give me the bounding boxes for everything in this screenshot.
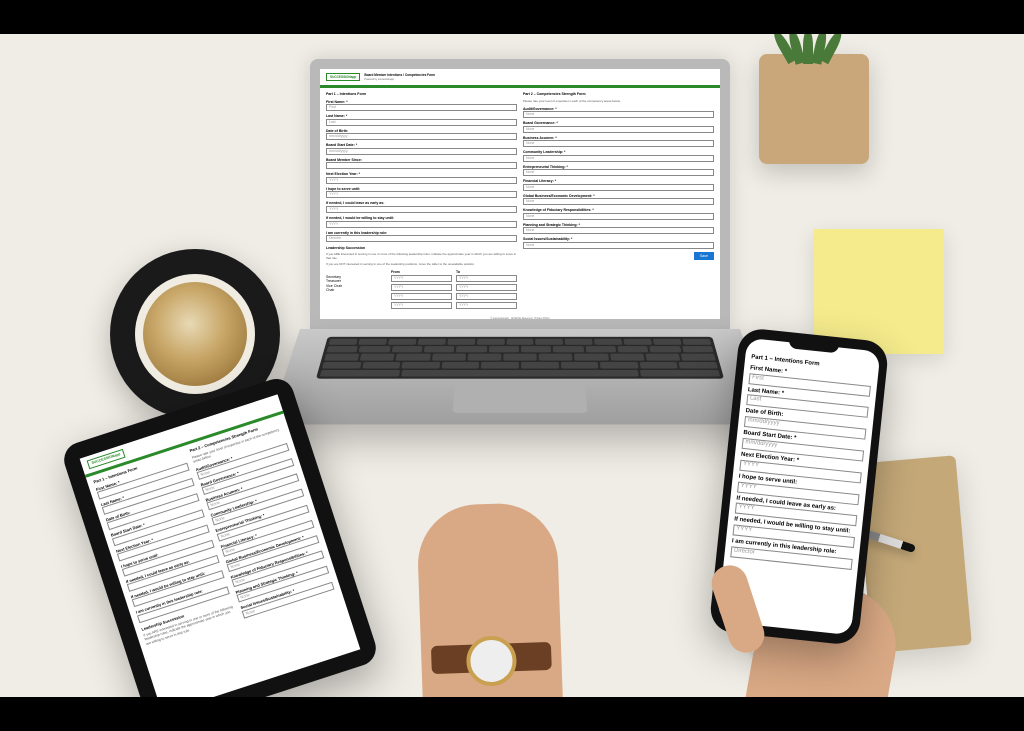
treasurer-to[interactable]: YYYY	[456, 284, 517, 291]
part1-title: Part 1 – Intentions Form	[326, 92, 517, 97]
succession-table: Secretary Treasurer Vice Chair Chair Fro…	[326, 270, 517, 311]
app-logo: SUCCESSIONapp	[326, 73, 360, 81]
app-header: SUCCESSIONapp Board Member Intentions / …	[320, 69, 720, 88]
leave-early-input[interactable]: YYYY	[326, 206, 517, 213]
audit-select[interactable]: None	[523, 111, 714, 118]
last-name-input[interactable]: Last	[326, 119, 517, 126]
secretary-from[interactable]: YYYY	[391, 275, 452, 282]
chair-to[interactable]: YYYY	[456, 302, 517, 309]
succession-desc: If you ARE interested in serving in one …	[326, 253, 517, 261]
sticky-note-pad	[814, 229, 944, 354]
boardgov-select[interactable]: None	[523, 126, 714, 133]
part1-column: Part 1 – Intentions Form First Name: *Fi…	[326, 92, 517, 311]
current-role-select[interactable]: Director	[326, 235, 517, 242]
part2-desc: Please rate your level of expertise in e…	[523, 100, 714, 104]
stay-until-input[interactable]: YYYY	[326, 221, 517, 228]
left-hand	[416, 502, 564, 697]
letterbox-bottom	[0, 697, 1024, 731]
vicechair-to[interactable]: YYYY	[456, 293, 517, 300]
global-select[interactable]: None	[523, 198, 714, 205]
part2-title: Part 2 – Competencies Strength Form	[523, 92, 714, 97]
next-election-input[interactable]: YYYY	[326, 177, 517, 184]
page-title: Board Member Intentions / Competencies F…	[364, 73, 435, 77]
footer-copyright: © successionapp · All Rights Reserved · …	[320, 315, 720, 319]
dob-input[interactable]: mm/dd/yyyy	[326, 133, 517, 140]
succession-desc2: If you are NOT interested in serving in …	[326, 263, 517, 267]
laptop-trackpad	[453, 383, 588, 413]
secretary-to[interactable]: YYYY	[456, 275, 517, 282]
chair-from[interactable]: YYYY	[391, 302, 452, 309]
community-select[interactable]: None	[523, 155, 714, 162]
treasurer-from[interactable]: YYYY	[391, 284, 452, 291]
wristwatch	[431, 642, 552, 674]
bizacumen-select[interactable]: None	[523, 140, 714, 147]
coffee-cup	[135, 274, 255, 394]
first-name-input[interactable]: First	[326, 104, 517, 111]
desk-scene: SUCCESSIONapp Board Member Intentions / …	[0, 34, 1024, 697]
page-subtitle: Powered by successionapp	[364, 78, 435, 81]
succession-title: Leadership Succession	[326, 246, 517, 251]
wooden-planter	[759, 54, 869, 164]
laptop-lid: SUCCESSIONapp Board Member Intentions / …	[310, 59, 730, 329]
vicechair-from[interactable]: YYYY	[391, 293, 452, 300]
laptop: SUCCESSIONapp Board Member Intentions / …	[310, 59, 730, 459]
fiduciary-select[interactable]: None	[523, 213, 714, 220]
finlit-select[interactable]: None	[523, 184, 714, 191]
letterbox-top	[0, 0, 1024, 34]
succulent-plant	[779, 34, 849, 89]
hope-serve-input[interactable]: YYYY	[326, 191, 517, 198]
laptop-screen: SUCCESSIONapp Board Member Intentions / …	[320, 69, 720, 319]
laptop-keyboard	[316, 337, 724, 379]
entrep-select[interactable]: None	[523, 169, 714, 176]
social-select[interactable]: None	[523, 242, 714, 249]
save-button[interactable]: Save	[694, 252, 714, 260]
member-since-input[interactable]	[326, 162, 517, 169]
part2-column: Part 2 – Competencies Strength Form Plea…	[523, 92, 714, 311]
board-start-input[interactable]: mm/dd/yyyy	[326, 148, 517, 155]
laptop-base	[269, 329, 772, 424]
planning-select[interactable]: None	[523, 227, 714, 234]
role-chair: Chair	[326, 288, 387, 293]
